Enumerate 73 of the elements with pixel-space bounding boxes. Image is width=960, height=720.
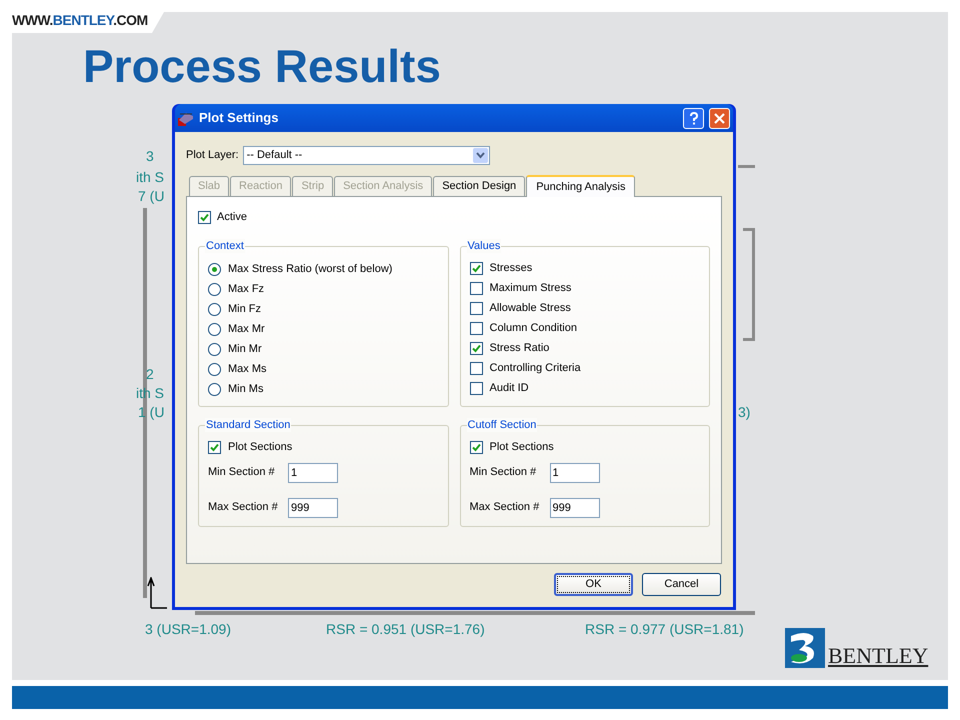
checkbox[interactable] xyxy=(470,262,482,274)
checkbox-label: Column Condition xyxy=(490,320,577,336)
site-address: WWW.BENTLEY.COM xyxy=(12,11,148,30)
checkbox-label: Controlling Criteria xyxy=(490,360,581,376)
drawing-label: 1 (U xyxy=(138,404,164,420)
checkbox-label: Maximum Stress xyxy=(490,280,572,296)
checkbox[interactable] xyxy=(470,382,482,394)
checkbox-label: Plot Sections xyxy=(228,440,292,455)
drawing-label: 3) xyxy=(738,404,750,420)
cancel-button[interactable]: Cancel xyxy=(642,573,721,596)
checkbox[interactable] xyxy=(470,342,482,354)
chevron-down-icon xyxy=(472,148,488,163)
field-label: Min Section # xyxy=(208,465,276,480)
checkbox[interactable] xyxy=(208,440,221,454)
logo-icon xyxy=(785,628,825,668)
drawing-label: 2 xyxy=(146,366,154,382)
checkbox[interactable] xyxy=(470,322,482,334)
radio-button[interactable] xyxy=(208,382,221,396)
option-label: Min Fz xyxy=(228,302,261,317)
tab[interactable]: Punching Analysis xyxy=(526,175,636,197)
axis-arrow-icon xyxy=(146,577,168,609)
field-label: Max Section # xyxy=(470,500,540,516)
window-title: Plot Settings xyxy=(199,109,280,128)
checkbox[interactable] xyxy=(470,440,482,454)
number-field[interactable]: 999 xyxy=(550,498,600,518)
close-icon xyxy=(714,112,725,124)
number-field[interactable]: 1 xyxy=(550,462,600,482)
group-title: Cutoff Section xyxy=(466,418,538,432)
radio-button[interactable] xyxy=(208,282,221,296)
radio-button[interactable] xyxy=(208,342,221,356)
radio-button[interactable] xyxy=(208,362,221,376)
field-label: Max Section # xyxy=(208,500,279,516)
slide-title: Process Results xyxy=(83,39,441,94)
checkbox-label: Audit ID xyxy=(490,380,529,396)
drawing-label: RSR = 0.951 (USR=1.76) xyxy=(326,621,485,637)
drawing-label: ith S xyxy=(136,169,164,185)
plot-layer-dropdown[interactable]: -- Default -- xyxy=(242,146,490,165)
group-title: Context xyxy=(205,238,245,252)
number-field[interactable]: 1 xyxy=(288,462,338,482)
checkbox[interactable] xyxy=(470,302,482,314)
drawing-label: 7 (U xyxy=(138,188,164,204)
checkbox-label: Plot Sections xyxy=(490,440,554,455)
option-label: Max Ms xyxy=(228,362,266,377)
radio-button[interactable] xyxy=(208,322,221,336)
drawing-label: 3 (USR=1.09) xyxy=(145,621,231,637)
checkbox-label: Stress Ratio xyxy=(490,340,550,356)
checkbox[interactable] xyxy=(470,282,482,294)
drawing-label: 3 xyxy=(146,148,154,164)
option-label: Min Mr xyxy=(228,342,262,357)
close-button[interactable] xyxy=(709,108,730,128)
number-field[interactable]: 999 xyxy=(288,498,338,518)
checkbox-label: Active xyxy=(217,210,247,225)
checkbox-label: Allowable Stress xyxy=(490,300,571,316)
drawing-label: RSR = 0.977 (USR=1.81) xyxy=(585,621,744,637)
checkbox[interactable] xyxy=(198,210,211,224)
group-title: Values xyxy=(466,238,502,252)
question-mark-icon xyxy=(688,112,698,124)
option-label: Max Stress Ratio (worst of below) xyxy=(228,262,392,277)
drawing-label: ith S xyxy=(136,385,164,401)
field-label: Plot Layer: xyxy=(186,148,239,164)
help-button[interactable] xyxy=(683,108,704,128)
tab[interactable]: Section Design xyxy=(433,176,526,196)
option-label: Max Mr xyxy=(228,322,265,337)
radio-button[interactable] xyxy=(208,262,221,276)
group-title: Standard Section xyxy=(205,418,292,432)
option-label: Min Ms xyxy=(228,382,264,397)
ok-button[interactable]: OK xyxy=(554,573,633,596)
option-label: Max Fz xyxy=(228,282,264,297)
field-label: Min Section # xyxy=(470,465,538,480)
logo-text: BENTLEY xyxy=(828,644,928,668)
checkbox[interactable] xyxy=(470,362,482,374)
checkbox-label: Stresses xyxy=(490,260,532,276)
radio-button[interactable] xyxy=(208,302,221,316)
